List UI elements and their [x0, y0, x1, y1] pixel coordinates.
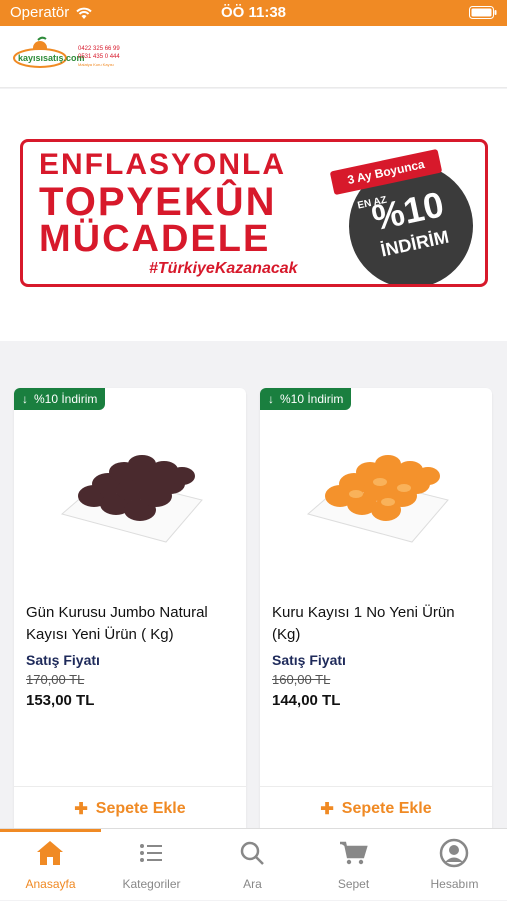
product-grid: ↓ %10 İndirim Gün Kurusu Jumbo Natural K… [0, 342, 507, 838]
product-name[interactable]: Gün Kurusu Jumbo Natural Kayısı Yeni Ürü… [26, 602, 238, 646]
add-to-cart-button[interactable]: ✚ Sepete Ekle [14, 786, 246, 830]
app-header: kayısısatış.com 0422 325 66 99 0531 435 … [0, 26, 507, 88]
status-time: ÖÖ 11:38 [220, 4, 287, 21]
svg-text:kayısısatış.com: kayısısatış.com [18, 53, 85, 63]
product-card[interactable]: ↓ %10 İndirim Gün Kurusu Jumbo Natural K… [14, 388, 246, 838]
list-icon [140, 844, 162, 862]
battery-icon [469, 6, 497, 23]
tab-sepet[interactable]: Sepet [303, 829, 404, 901]
brand-logo[interactable]: kayısısatış.com 0422 325 66 99 0531 435 … [12, 36, 136, 76]
discount-badge-label: %10 İndirim [280, 392, 344, 406]
tab-label: Hesabım [430, 877, 479, 891]
product-name[interactable]: Kuru Kayısı 1 No Yeni Ürün (Kg) [272, 602, 484, 646]
account-icon [439, 838, 469, 868]
tab-ara[interactable]: Ara [202, 829, 303, 901]
product-image[interactable] [300, 436, 452, 546]
price-label: Satış Fiyatı [272, 652, 346, 668]
cart-icon [340, 841, 368, 865]
active-tab-indicator [0, 829, 101, 832]
arrow-down-icon: ↓ [22, 392, 28, 406]
campaign-banner-area: ENFLASYONLA TOPYEKÛN MÜCADELE #TürkiyeKa… [0, 89, 507, 341]
svg-text:0422 325 66 99: 0422 325 66 99 [78, 46, 120, 52]
tab-kategoriler[interactable]: Kategoriler [101, 829, 202, 901]
search-icon [240, 841, 264, 865]
arrow-down-icon: ↓ [268, 392, 274, 406]
bottom-tab-bar: Anasayfa Kategoriler Ara Sepet Hesabım [0, 828, 507, 900]
add-to-cart-label: Sepete Ekle [341, 799, 432, 817]
product-image[interactable] [54, 436, 206, 546]
campaign-banner[interactable]: ENFLASYONLA TOPYEKÛN MÜCADELE #TürkiyeKa… [20, 139, 488, 287]
svg-text:0531 435 0 444: 0531 435 0 444 [78, 54, 120, 60]
plus-icon: ✚ [320, 800, 334, 818]
new-price: 144,00 TL [272, 692, 341, 709]
tab-hesabim[interactable]: Hesabım [404, 829, 505, 901]
tab-label: Ara [243, 877, 262, 891]
old-price: 160,00 TL [272, 672, 331, 687]
tab-label: Sepet [337, 877, 370, 891]
price-label: Satış Fiyatı [26, 652, 100, 668]
discount-badge: ↓ %10 İndirim [14, 388, 106, 410]
tab-label: Anasayfa [25, 877, 76, 891]
tab-anasayfa[interactable]: Anasayfa [0, 829, 101, 901]
old-price: 170,00 TL [26, 672, 85, 687]
banner-line-3: MÜCADELE [39, 218, 271, 260]
plus-icon: ✚ [74, 800, 88, 818]
banner-line-1: ENFLASYONLA [39, 148, 286, 181]
banner-hashtag: #TürkiyeKazanacak [149, 260, 298, 277]
add-to-cart-label: Sepete Ekle [95, 799, 186, 817]
discount-badge: ↓ %10 İndirim [260, 388, 352, 410]
new-price: 153,00 TL [26, 692, 95, 709]
svg-text:Malatya Kuru Kayısı: Malatya Kuru Kayısı [78, 62, 114, 67]
tab-label: Kategoriler [122, 877, 181, 891]
product-card[interactable]: ↓ %10 İndirim Kuru Kayısı 1 No Yeni Ürün… [260, 388, 492, 838]
status-bar: Operatör ÖÖ 11:38 [0, 0, 507, 26]
home-icon [37, 841, 63, 865]
discount-badge-label: %10 İndirim [34, 392, 98, 406]
add-to-cart-button[interactable]: ✚ Sepete Ekle [260, 786, 492, 830]
